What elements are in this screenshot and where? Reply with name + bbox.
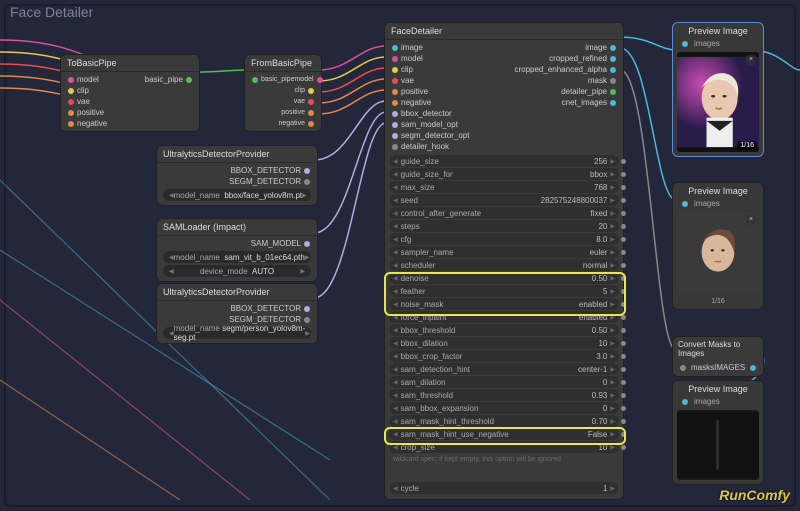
node-udp1[interactable]: UltralyticsDetectorProvider BBOX_DETECTO… xyxy=(156,145,318,206)
node-convert-masks[interactable]: Convert Masks to Images masks IMAGES xyxy=(672,336,764,377)
port-label: images xyxy=(694,397,720,406)
node-frombasicpipe[interactable]: FromBasicPipe basic_pipemodel clip vae p… xyxy=(244,54,322,132)
node-title: Preview Image xyxy=(673,381,763,397)
param-sam-dilation[interactable]: ◀sam_dilation0▶ xyxy=(389,376,619,388)
node-title: UltralyticsDetectorProvider xyxy=(157,284,317,301)
param-bbox-dilation[interactable]: ◀bbox_dilation10▶ xyxy=(389,337,619,349)
param-seed[interactable]: ◀seed282575248800037▶ xyxy=(389,194,619,206)
param-force-inpaint[interactable]: ◀force_inpaintenabled▶ xyxy=(389,311,619,323)
port-label: vae xyxy=(77,97,90,106)
node-title: Convert Masks to Images xyxy=(673,337,763,361)
model-name-field[interactable]: ◀model_name segm/person_yolov8m-seg.pt▶ xyxy=(163,327,311,339)
param-sam-mask-hint-threshold[interactable]: ◀sam_mask_hint_threshold0.70▶ xyxy=(389,415,619,427)
param-max-size[interactable]: ◀max_size768▶ xyxy=(389,181,619,193)
port-label: detailer_hook xyxy=(401,142,449,151)
param-guide-size-for[interactable]: ◀guide_size_forbbox▶ xyxy=(389,168,619,180)
port-label: BBOX_DETECTOR xyxy=(230,304,301,313)
node-preview-image-1[interactable]: Preview Image images × 1/16 xyxy=(672,22,764,157)
port-label: cropped_refined xyxy=(549,54,607,63)
port-label: image xyxy=(401,43,423,52)
param-feather[interactable]: ◀feather5▶ xyxy=(389,285,619,297)
port-label: cnet_images xyxy=(562,98,607,107)
port-label: clip xyxy=(294,87,305,94)
port-label: masks xyxy=(691,363,714,372)
port-label: vae xyxy=(294,98,305,105)
node-title: SAMLoader (Impact) xyxy=(157,219,317,236)
port-label: sam_model_opt xyxy=(401,120,458,129)
param-noise-mask[interactable]: ◀noise_maskenabled▶ xyxy=(389,298,619,310)
port-label: model xyxy=(401,54,423,63)
node-preview-image-3[interactable]: Preview Image images xyxy=(672,380,764,485)
image-counter: 1/16 xyxy=(673,296,763,309)
port-label: detailer_pipe xyxy=(561,87,607,96)
port-label: positive xyxy=(77,108,104,117)
node-title: Preview Image xyxy=(673,183,763,199)
wildcard-note: wildcard spec: if kept empty, this optio… xyxy=(385,454,623,465)
param-bbox-threshold[interactable]: ◀bbox_threshold0.50▶ xyxy=(389,324,619,336)
node-preview-image-2[interactable]: Preview Image images × 1/16 xyxy=(672,182,764,310)
port-label: images xyxy=(694,199,720,208)
param-sam-threshold[interactable]: ◀sam_threshold0.93▶ xyxy=(389,389,619,401)
preview-thumbnail[interactable]: × xyxy=(677,212,759,292)
close-icon[interactable]: × xyxy=(746,55,756,65)
port-label: segm_detector_opt xyxy=(401,131,470,140)
sam-device-mode-field[interactable]: ◀device_mode AUTO▶ xyxy=(163,265,311,277)
node-title: UltralyticsDetectorProvider xyxy=(157,146,317,163)
node-title: ToBasicPipe xyxy=(61,55,199,72)
preview-thumbnail[interactable] xyxy=(677,410,759,480)
port-label: vae xyxy=(401,76,414,85)
port-label: negative xyxy=(77,119,107,128)
model-name-field[interactable]: ◀model_name bbox/face_yolov8m.pt▶ xyxy=(163,189,311,201)
port-label: basic_pipe xyxy=(145,75,183,84)
node-title: Preview Image xyxy=(673,23,763,39)
param-sam-bbox-expansion[interactable]: ◀sam_bbox_expansion0▶ xyxy=(389,402,619,414)
port-label: SAM_MODEL xyxy=(251,239,301,248)
brand-logo: RunComfy xyxy=(719,487,790,503)
param-denoise[interactable]: ◀denoise0.50▶ xyxy=(389,272,619,284)
param-scheduler[interactable]: ◀schedulernormal▶ xyxy=(389,259,619,271)
node-samloader[interactable]: SAMLoader (Impact) SAM_MODEL ◀model_name… xyxy=(156,218,318,282)
port-label: BBOX_DETECTOR xyxy=(230,166,301,175)
port-label: bbox_detector xyxy=(401,109,452,118)
param-crop-size[interactable]: ◀crop_size10▶ xyxy=(389,441,619,453)
port-label: SEGM_DETECTOR xyxy=(229,315,301,324)
param-guide-size[interactable]: ◀guide_size256▶ xyxy=(389,155,619,167)
close-icon[interactable]: × xyxy=(746,215,756,225)
page-title: Face Detailer xyxy=(10,4,93,20)
port-label: clip xyxy=(77,86,89,95)
param-sam-detection-hint[interactable]: ◀sam_detection_hintcenter-1▶ xyxy=(389,363,619,375)
node-facedetailer[interactable]: FaceDetailer image image model cropped_refi… xyxy=(384,22,624,500)
param-steps[interactable]: ◀steps20▶ xyxy=(389,220,619,232)
param-cycle[interactable]: ◀cycle1▶ xyxy=(389,482,619,494)
port-label: model xyxy=(294,76,313,83)
param-cfg[interactable]: ◀cfg8.0▶ xyxy=(389,233,619,245)
port-label: negative xyxy=(401,98,431,107)
node-title: FromBasicPipe xyxy=(245,55,321,72)
port-label: positive xyxy=(281,109,305,116)
port-label: SEGM_DETECTOR xyxy=(229,177,301,186)
port-label: negative xyxy=(279,120,305,127)
port-label: clip xyxy=(401,65,413,74)
param-bbox-crop-factor[interactable]: ◀bbox_crop_factor3.0▶ xyxy=(389,350,619,362)
param-sam-mask-hint-use-negative[interactable]: ◀sam_mask_hint_use_negativeFalse▶ xyxy=(389,428,619,440)
node-title: FaceDetailer xyxy=(385,23,623,40)
node-udp2[interactable]: UltralyticsDetectorProvider BBOX_DETECTO… xyxy=(156,283,318,344)
image-counter: 1/16 xyxy=(737,141,757,150)
sam-model-name-field[interactable]: ◀model_name sam_vit_b_01ec64.pth▶ xyxy=(163,251,311,263)
port-label: image xyxy=(585,43,607,52)
port-label: IMAGES xyxy=(714,363,745,372)
port-label: basic_pipe xyxy=(261,76,294,83)
port-label: cropped_enhanced_alpha xyxy=(514,65,607,74)
port-label: model xyxy=(77,75,99,84)
param-sampler-name[interactable]: ◀sampler_nameeuler▶ xyxy=(389,246,619,258)
param-control-after-generate[interactable]: ◀control_after_generatefixed▶ xyxy=(389,207,619,219)
port-label: positive xyxy=(401,87,428,96)
port-label: images xyxy=(694,39,720,48)
port-label: mask xyxy=(588,76,607,85)
preview-thumbnail[interactable]: × 1/16 xyxy=(677,52,759,152)
node-tobasicpipe[interactable]: ToBasicPipe model basic_pipe clip vae pos… xyxy=(60,54,200,132)
